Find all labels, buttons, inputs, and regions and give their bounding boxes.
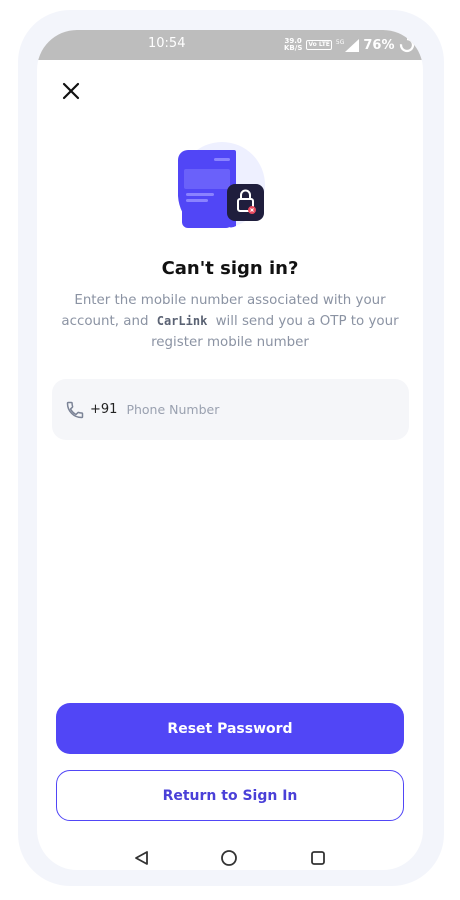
home-circle-icon <box>221 850 237 866</box>
system-navigation-bar <box>37 842 423 870</box>
battery-percent: 76% <box>363 37 395 53</box>
phone-icon <box>64 399 86 421</box>
volte-badge: Vo LTE <box>306 40 332 50</box>
status-bar: 10:54 39.0 KB/S Vo LTE 5G 76% <box>37 30 423 60</box>
country-code[interactable]: +91 <box>90 402 117 417</box>
recents-button[interactable] <box>306 846 330 870</box>
phone-number-input[interactable] <box>126 402 357 417</box>
back-triangle-icon <box>135 851 148 865</box>
return-to-sign-in-button[interactable]: Return to Sign In <box>56 770 404 821</box>
page-title: Can't sign in? <box>161 258 299 279</box>
recents-square-icon <box>311 851 325 865</box>
brand-name: CarLink <box>156 314 208 328</box>
locked-phone-illustration <box>178 142 265 228</box>
phone-number-field[interactable]: +91 <box>52 379 409 440</box>
home-button[interactable] <box>217 846 241 870</box>
close-button[interactable] <box>57 77 85 105</box>
battery-ring-icon <box>399 37 414 53</box>
network-type: 5G <box>335 38 345 46</box>
status-time: 10:54 <box>148 36 186 51</box>
net-speed: 39.0 KB/S <box>284 38 302 52</box>
phone-screen: 10:54 39.0 KB/S Vo LTE 5G 76% Can't sign… <box>37 30 423 870</box>
signal-icon <box>345 38 360 52</box>
close-icon <box>62 82 80 100</box>
status-indicators: 39.0 KB/S Vo LTE 5G 76% <box>284 34 415 56</box>
net-speed-unit: KB/S <box>284 44 303 52</box>
reset-password-button[interactable]: Reset Password <box>56 703 404 754</box>
page-description: Enter the mobile number associated with … <box>59 290 401 353</box>
back-button[interactable] <box>130 846 154 870</box>
